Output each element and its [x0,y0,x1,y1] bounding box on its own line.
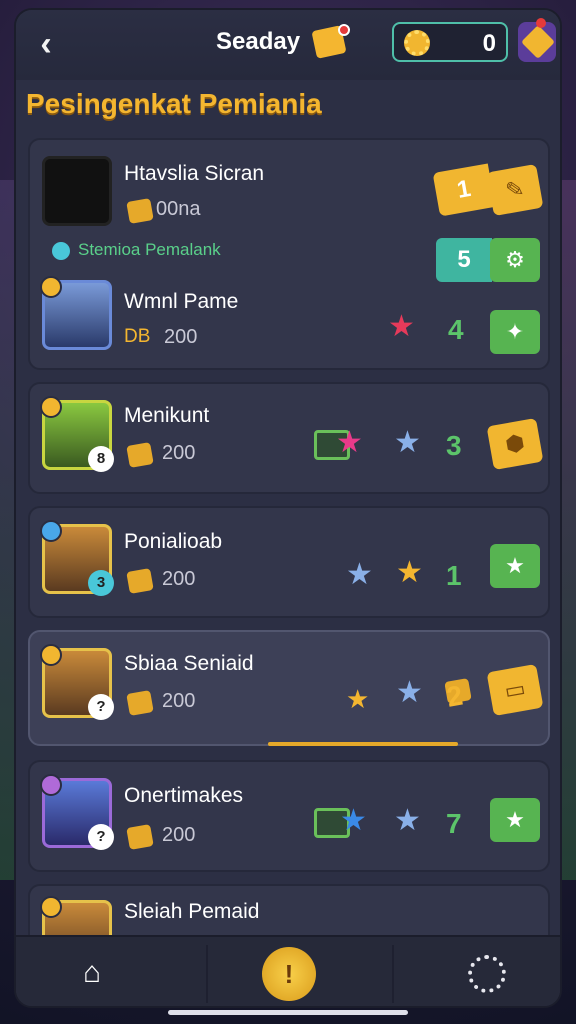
tools-button[interactable] [518,22,556,62]
ticket-action-button[interactable]: ▭ [486,663,544,717]
gold-value: 200 [164,326,198,348]
blue-star-icon: ★ [340,804,367,837]
gold-icon [126,824,154,850]
player-name: Sbiaa Seniaid [124,652,254,675]
gear-icon [404,30,430,56]
currency-box[interactable]: 0 [392,22,508,62]
gold-star-icon: ★ [346,684,370,714]
rank-number: 1 [446,560,462,591]
section-title: Pesingenkat Pemiania [26,88,322,119]
gold-icon [126,198,154,224]
ranking-card-group: Htavslia Sicran 00na 1 ✎ Stemioa Pemalan… [28,138,550,370]
rank-number: 1 [432,163,496,217]
screen-title: Seaday [216,28,301,55]
center-action-button[interactable]: ! [262,947,316,1001]
blue-star-icon: ★ [394,426,421,459]
rank-number: 5 [436,238,492,282]
gold-star-icon: ★ [396,556,423,589]
level-badge: 3 [88,570,114,596]
shield-action-button[interactable]: ⬢ [486,417,544,471]
player-name: Htavslia Sicran [124,162,265,185]
bottom-nav: ⌂ ! [16,935,560,1006]
level-badge: ? [88,694,114,720]
rank-number: 3 [446,430,462,461]
avatar-badge [40,644,62,666]
player-name: Sleiah Pemaid [124,900,260,923]
nav-divider [392,945,394,1003]
home-icon[interactable]: ⌂ [74,957,110,989]
gold-value: 00na [156,198,201,220]
rank-number: 2 [444,678,472,713]
rank-number: 4 [448,314,464,345]
level-badge: 8 [88,446,114,472]
tool-action-button[interactable]: ✎ [486,163,544,217]
subtitle-text: Stemioa Pemalank [78,240,221,259]
gold-icon [126,690,154,716]
selection-indicator [268,742,458,746]
blue-star-icon: ★ [346,558,373,591]
blue-star-icon: ★ [396,676,423,709]
nav-divider [206,945,208,1003]
tools-icon [521,25,555,59]
top-bar: ‹ Seaday 0 [16,10,560,80]
red-star-icon: ★ [388,310,415,343]
star-action-button[interactable]: ★ [490,544,540,588]
avatar-badge [40,520,62,542]
notification-dot [338,24,350,36]
settings-icon[interactable] [468,955,506,993]
avatar-badge [40,396,62,418]
avatar-badge [40,276,62,298]
rank-number: 7 [446,808,462,839]
gear-action-button[interactable]: ⚙ [490,238,540,282]
avatar-badge [40,774,62,796]
gold-prefix: DB [124,326,151,347]
gold-icon [126,568,154,594]
subtitle-icon [52,242,70,260]
gold-icon [126,442,154,468]
home-indicator [168,1010,408,1015]
gold-value: 200 [162,442,196,464]
gold-value: 200 [162,690,196,712]
ranking-card: 8 Menikunt 200 ★ ★ 3 ⬢ [28,382,550,494]
player-name: Ponialioab [124,530,223,553]
blue-star-icon: ★ [394,804,421,837]
app-window: ‹ Seaday 0 Pesingenkat Pemiania Htavslia… [14,8,562,1008]
player-name: Onertimakes [124,784,244,807]
level-badge: ? [88,824,114,850]
player-name: Menikunt [124,404,210,427]
gold-value: 200 [162,568,196,590]
ranking-card: ? Onertimakes 200 ★ ★ 7 ★ [28,760,550,872]
back-arrow-icon[interactable]: ‹ [26,24,66,64]
currency-value: 0 [482,30,496,57]
ranking-card: 3 Ponialioab 200 ★ ★ 1 ★ [28,506,550,618]
player-name: Wmnl Pame [124,290,239,313]
avatar-badge [40,896,62,918]
gold-value: 200 [162,824,196,846]
pink-star-icon: ★ [336,426,363,459]
notification-dot [536,18,546,28]
star-action-button[interactable]: ★ [490,798,540,842]
avatar [42,156,112,226]
ranking-card-selected[interactable]: ? Sbiaa Seniaid 200 ★ ★ 2 ▭ [28,630,550,746]
action-button[interactable]: ✦ [490,310,540,354]
